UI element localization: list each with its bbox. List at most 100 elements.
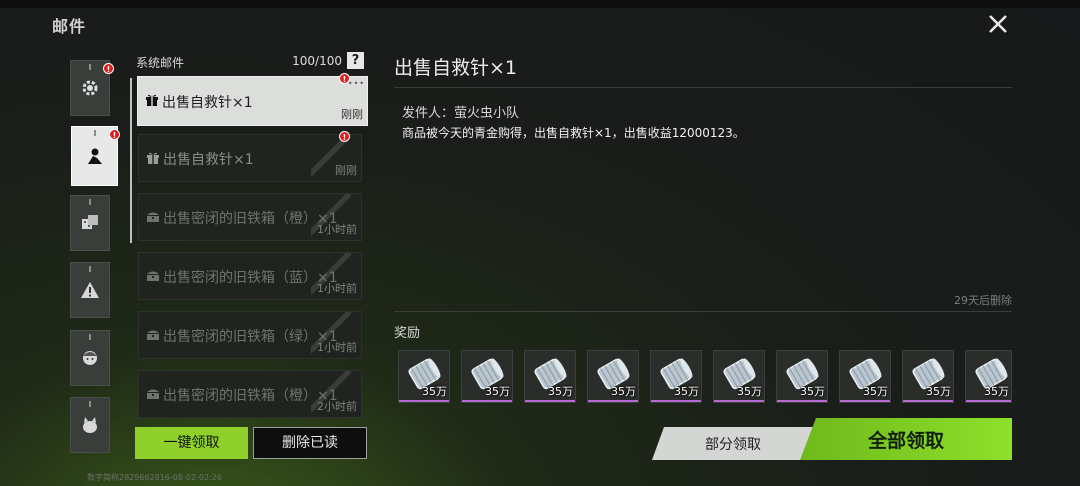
category-tab-warning[interactable] bbox=[70, 262, 110, 318]
gift-icon bbox=[147, 152, 159, 164]
dice-icon bbox=[82, 215, 98, 229]
mail-time: 1小时前 bbox=[317, 282, 357, 295]
rarity-bar bbox=[840, 400, 890, 402]
unread-badge: ! bbox=[339, 131, 350, 142]
rarity-bar bbox=[777, 400, 827, 402]
reward-item[interactable]: 35万 bbox=[398, 350, 450, 403]
reward-amount: 35万 bbox=[548, 385, 573, 398]
mail-detail-title: 出售自救针×1 bbox=[394, 57, 518, 79]
category-tab-character[interactable]: ! bbox=[71, 126, 120, 186]
chest-icon bbox=[147, 212, 159, 222]
claim-all-button[interactable]: 全部领取 bbox=[800, 418, 1012, 460]
reward-item[interactable]: 35万 bbox=[461, 350, 513, 403]
rarity-bar bbox=[651, 400, 701, 402]
top-bar bbox=[0, 0, 1080, 8]
mail-time: 刚刚 bbox=[335, 164, 357, 177]
mail-list-header: 系统邮件 100/100 ? bbox=[136, 52, 366, 70]
warning-icon bbox=[81, 282, 99, 298]
partial-claim-button[interactable]: 部分领取 bbox=[652, 427, 814, 460]
mail-item[interactable]: 出售自救针×1 刚刚 bbox=[138, 134, 362, 182]
mail-subject: 出售自救针×1 bbox=[163, 152, 254, 168]
reward-amount: 35万 bbox=[611, 385, 636, 398]
chest-icon bbox=[147, 389, 159, 399]
list-scrollbar[interactable] bbox=[130, 78, 132, 243]
mail-count: 100/100 bbox=[292, 54, 342, 68]
rarity-bar bbox=[966, 400, 1011, 402]
delete-read-button[interactable]: 删除已读 bbox=[253, 427, 367, 459]
mail-item[interactable]: 出售密闭的旧铁箱（橙）×1 1小时前 bbox=[138, 193, 362, 241]
expire-notice: 29天后删除 bbox=[954, 294, 1012, 307]
reward-amount: 35万 bbox=[737, 385, 762, 398]
reward-amount: 35万 bbox=[926, 385, 951, 398]
reward-amount: 35万 bbox=[984, 385, 1009, 398]
category-tab-system[interactable]: ! bbox=[70, 60, 114, 116]
mail-time: 1小时前 bbox=[317, 223, 357, 236]
chest-icon bbox=[147, 330, 159, 340]
help-button[interactable]: ? bbox=[347, 52, 364, 69]
category-tab-creature[interactable] bbox=[70, 397, 110, 453]
mail-list-title: 系统邮件 bbox=[136, 56, 185, 70]
mail-subject: 出售密闭的旧铁箱（蓝）×1 bbox=[163, 270, 338, 286]
reward-item[interactable]: 35万 bbox=[587, 350, 639, 403]
rarity-bar bbox=[714, 400, 764, 402]
pin-decoration bbox=[89, 334, 91, 340]
rarity-bar bbox=[903, 400, 953, 402]
rarity-bar bbox=[399, 400, 449, 402]
reward-item[interactable]: 35万 bbox=[965, 350, 1012, 403]
divider bbox=[394, 311, 1012, 312]
footer-id-text: 数字简称2829662816-08-02-02:26 bbox=[87, 473, 222, 482]
pin-decoration bbox=[89, 64, 91, 70]
claim-all-label: 全部领取 bbox=[867, 430, 944, 452]
reward-amount: 35万 bbox=[863, 385, 888, 398]
mail-item[interactable]: ••• 出售自救针×1 刚刚 bbox=[137, 76, 368, 126]
mail-body: 商品被今天的青金购得，出售自救针×1，出售收益12000123。 bbox=[402, 126, 745, 140]
chest-icon bbox=[147, 271, 159, 281]
unread-badge: ! bbox=[103, 63, 114, 74]
reward-amount: 35万 bbox=[422, 385, 447, 398]
page-title: 邮件 bbox=[52, 17, 87, 36]
pin-decoration bbox=[89, 199, 91, 205]
claim-one-click-button[interactable]: 一键领取 bbox=[135, 427, 248, 459]
pin-decoration bbox=[89, 266, 91, 272]
rarity-bar bbox=[525, 400, 575, 402]
close-button[interactable] bbox=[982, 8, 1014, 40]
pin-decoration bbox=[93, 130, 96, 136]
mail-time: 刚刚 bbox=[341, 108, 363, 121]
corner-dots: ••• bbox=[347, 79, 365, 88]
close-icon bbox=[989, 15, 1007, 33]
reward-amount: 35万 bbox=[674, 385, 699, 398]
unread-badge: ! bbox=[339, 73, 350, 84]
rarity-bar bbox=[588, 400, 638, 402]
reward-amount: 35万 bbox=[485, 385, 510, 398]
reward-item[interactable]: 35万 bbox=[902, 350, 954, 403]
mail-subject: 出售自救针×1 bbox=[162, 95, 253, 111]
character-card-icon bbox=[87, 148, 102, 164]
rarity-bar bbox=[462, 400, 512, 402]
reward-item[interactable]: 35万 bbox=[713, 350, 765, 403]
mail-subject: 出售密闭的旧铁箱（橙）×1 bbox=[163, 388, 338, 404]
category-tab-character-face[interactable] bbox=[70, 330, 110, 386]
divider bbox=[394, 87, 1012, 88]
creature-icon bbox=[83, 417, 97, 433]
mail-item[interactable]: 出售密闭的旧铁箱（绿）×1 1小时前 bbox=[138, 311, 362, 359]
mail-sender: 发件人：萤火虫小队 bbox=[402, 106, 520, 121]
gift-icon bbox=[146, 94, 158, 106]
mail-item[interactable]: 出售密闭的旧铁箱（蓝）×1 1小时前 bbox=[138, 252, 362, 300]
character-face-icon bbox=[83, 351, 97, 365]
pin-decoration bbox=[89, 401, 91, 407]
reward-label: 奖励 bbox=[394, 326, 421, 341]
mail-time: 1小时前 bbox=[317, 341, 357, 354]
mail-item[interactable]: 出售密闭的旧铁箱（橙）×1 2小时前 bbox=[138, 370, 362, 418]
mail-subject: 出售密闭的旧铁箱（绿）×1 bbox=[163, 329, 338, 345]
reward-item[interactable]: 35万 bbox=[524, 350, 576, 403]
reward-item[interactable]: 35万 bbox=[776, 350, 828, 403]
reward-item[interactable]: 35万 bbox=[650, 350, 702, 403]
gear-icon bbox=[82, 80, 98, 96]
mail-time: 2小时前 bbox=[317, 400, 357, 413]
unread-badge: ! bbox=[109, 129, 120, 140]
reward-amount: 35万 bbox=[800, 385, 825, 398]
mail-subject: 出售密闭的旧铁箱（橙）×1 bbox=[163, 211, 338, 227]
partial-claim-label: 部分领取 bbox=[705, 437, 761, 453]
reward-item[interactable]: 35万 bbox=[839, 350, 891, 403]
category-tab-dice[interactable] bbox=[70, 195, 110, 251]
